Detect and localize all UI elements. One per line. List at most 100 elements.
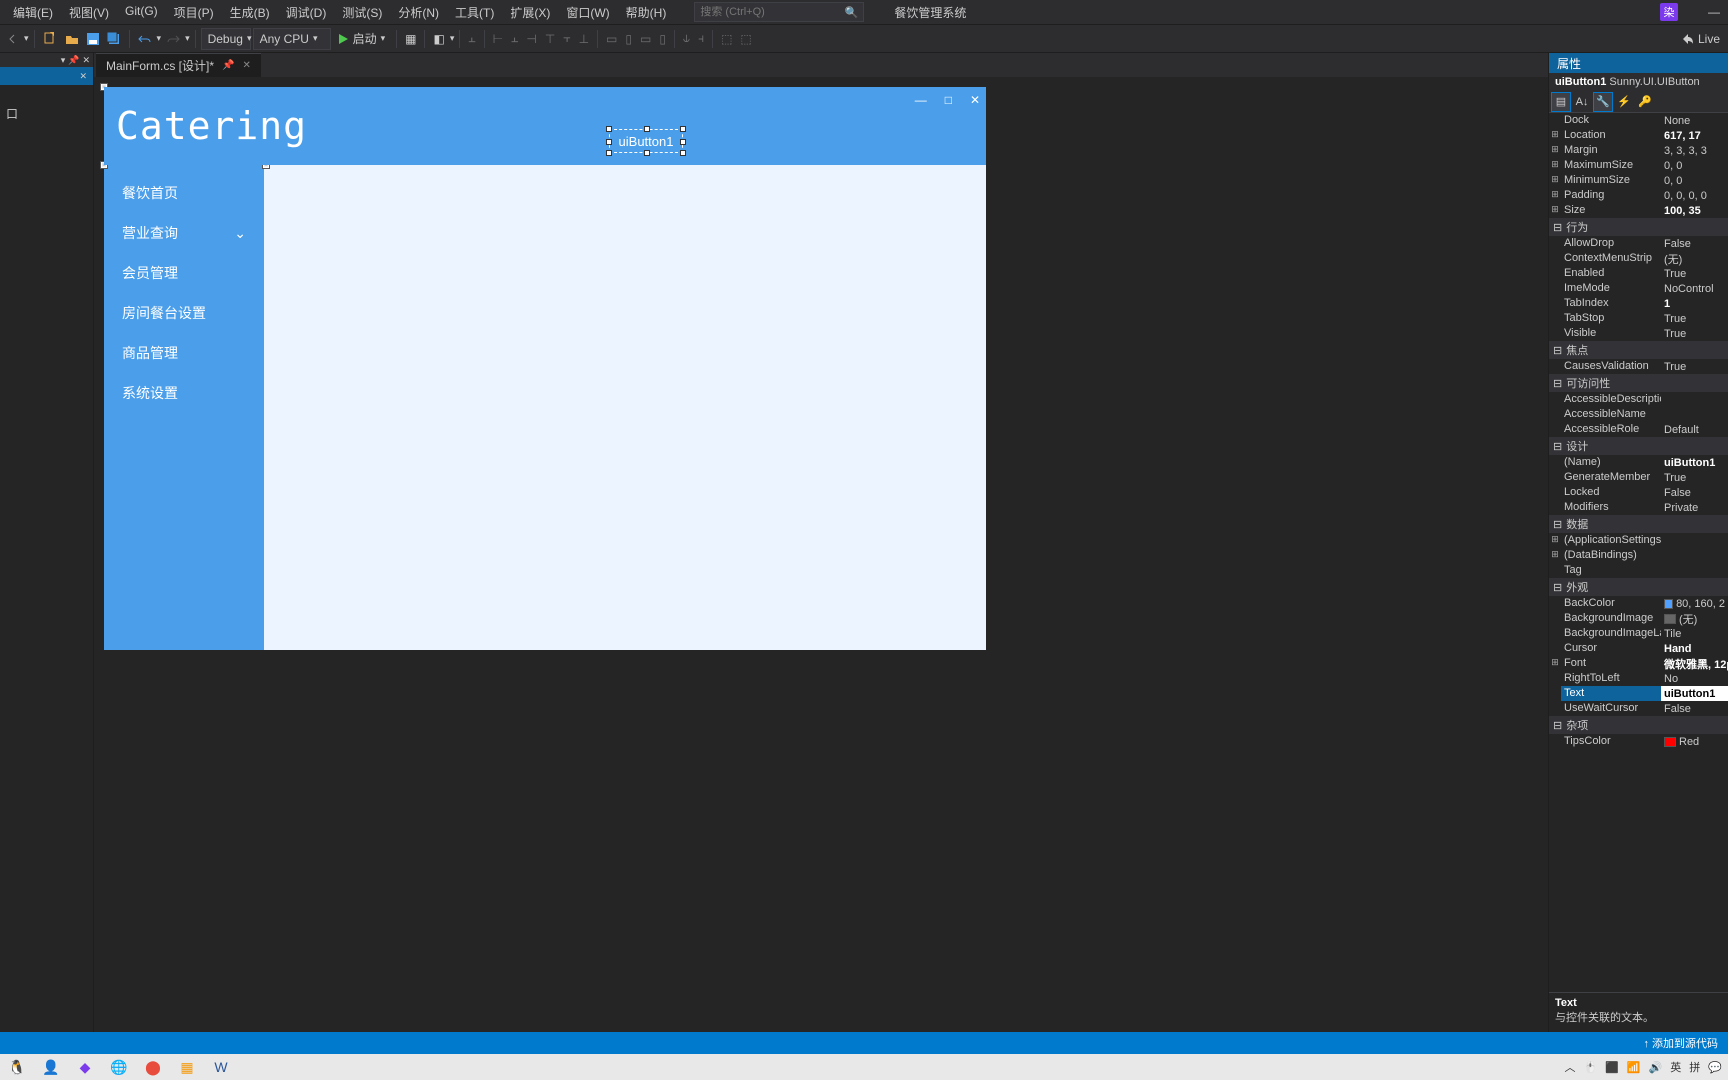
order-icon[interactable]: ⬚ <box>737 28 754 50</box>
property-row[interactable]: Tag <box>1549 563 1728 578</box>
tool-icon[interactable]: ▦ <box>402 28 419 50</box>
property-row[interactable]: EnabledTrue <box>1549 266 1728 281</box>
spacing-icon[interactable]: ⫝ <box>680 28 693 50</box>
ime-indicator[interactable]: 英 <box>1670 1059 1681 1075</box>
source-control-status[interactable]: ↑ 添加到源代码 <box>1643 1035 1718 1051</box>
dropdown-icon[interactable]: ▾ <box>185 33 190 44</box>
taskbar-app-icon[interactable]: 👤 <box>40 1056 62 1078</box>
undo-icon[interactable] <box>135 28 155 50</box>
spacing-icon[interactable]: ⫞ <box>695 28 707 50</box>
pin-icon[interactable]: 📌 <box>68 55 79 66</box>
tray-icon[interactable]: 🖱️ <box>1583 1061 1597 1074</box>
property-category[interactable]: ⊟设计 <box>1549 437 1728 455</box>
taskbar-app-icon[interactable]: 🐧 <box>6 1056 28 1078</box>
property-row[interactable]: ⊞(DataBindings) <box>1549 548 1728 563</box>
property-row[interactable]: GenerateMemberTrue <box>1549 470 1728 485</box>
align-top-icon[interactable]: ⊤ <box>542 28 558 50</box>
tool-icon[interactable]: ◧ <box>430 28 447 50</box>
spacing-icon[interactable]: ▭ <box>603 28 620 50</box>
property-row[interactable]: VisibleTrue <box>1549 326 1728 341</box>
property-row[interactable]: TabStopTrue <box>1549 311 1728 326</box>
dropdown-icon[interactable]: ▾ <box>61 55 66 66</box>
close-icon[interactable]: ✕ <box>82 55 90 66</box>
resize-handle[interactable] <box>680 150 686 156</box>
property-row[interactable]: ⊞Size100, 35 <box>1549 203 1728 218</box>
align-center-icon[interactable]: ⫠ <box>508 28 521 50</box>
property-row[interactable]: ContextMenuStrip(无) <box>1549 251 1728 266</box>
collapse-icon[interactable]: ⊟ <box>1553 518 1562 531</box>
order-icon[interactable]: ⬚ <box>718 28 735 50</box>
property-row[interactable]: TextuiButton1 <box>1549 686 1728 701</box>
property-row[interactable]: BackgroundImage(无) <box>1549 611 1728 626</box>
property-row[interactable]: DockNone <box>1549 113 1728 128</box>
property-category[interactable]: ⊟数据 <box>1549 515 1728 533</box>
start-button[interactable]: 启动▾ <box>333 30 392 47</box>
property-row[interactable]: CursorHand <box>1549 641 1728 656</box>
align-left-icon[interactable]: ⊢ <box>490 28 506 50</box>
close-icon[interactable]: ✕ <box>242 60 250 71</box>
spacing-icon[interactable]: ▯ <box>622 28 635 50</box>
menu-item[interactable]: 窗口(W) <box>558 1 617 24</box>
collapse-icon[interactable]: ⊟ <box>1553 719 1562 732</box>
nav-menu-item[interactable]: 餐饮首页 <box>104 173 264 213</box>
resize-handle[interactable] <box>644 126 650 132</box>
properties-grid[interactable]: DockNone⊞Location617, 17⊞Margin3, 3, 3, … <box>1549 113 1728 992</box>
dropdown-icon[interactable]: ▾ <box>157 33 162 44</box>
tray-icon[interactable]: 💬 <box>1708 1061 1722 1074</box>
toolbox-tab[interactable]: ✕ <box>0 67 93 85</box>
resize-handle[interactable] <box>606 139 612 145</box>
align-right-icon[interactable]: ⊣ <box>523 28 539 50</box>
property-row[interactable]: ⊞MaximumSize0, 0 <box>1549 158 1728 173</box>
taskbar-app-icon[interactable]: ⬤ <box>142 1056 164 1078</box>
nav-menu-item[interactable]: 会员管理 <box>104 253 264 293</box>
menu-item[interactable]: 生成(B) <box>222 1 278 24</box>
save-all-icon[interactable] <box>104 28 124 50</box>
minimize-icon[interactable]: — <box>915 93 927 107</box>
property-row[interactable]: ⊞Location617, 17 <box>1549 128 1728 143</box>
align-icon[interactable]: ⫠ <box>465 28 478 50</box>
property-row[interactable]: BackColor80, 160, 2 <box>1549 596 1728 611</box>
property-row[interactable]: AccessibleName <box>1549 407 1728 422</box>
close-icon[interactable]: ✕ <box>970 93 980 107</box>
align-bot-icon[interactable]: ⊥ <box>576 28 592 50</box>
properties-icon[interactable]: 🔧 <box>1593 92 1613 112</box>
nav-back-icon[interactable] <box>4 28 22 50</box>
property-category[interactable]: ⊟可访问性 <box>1549 374 1728 392</box>
property-row[interactable]: BackgroundImageLayoutTile <box>1549 626 1728 641</box>
menu-item[interactable]: 视图(V) <box>61 1 117 24</box>
maximize-icon[interactable]: □ <box>945 93 952 107</box>
property-row[interactable]: TipsColorRed <box>1549 734 1728 749</box>
property-row[interactable]: UseWaitCursorFalse <box>1549 701 1728 716</box>
resize-handle[interactable] <box>680 126 686 132</box>
nav-menu-item[interactable]: 营业查询⌄ <box>104 213 264 253</box>
property-row[interactable]: LockedFalse <box>1549 485 1728 500</box>
spacing-icon[interactable]: ▯ <box>656 28 669 50</box>
spacing-icon[interactable]: ▭ <box>637 28 654 50</box>
resize-handle[interactable] <box>606 126 612 132</box>
menu-item[interactable]: 帮助(H) <box>618 1 675 24</box>
collapse-icon[interactable]: ⊟ <box>1553 377 1562 390</box>
designer-surface[interactable]: ▣ ▣ ▣ Catering — □ ✕ uiButton1 <box>94 77 1548 1032</box>
open-icon[interactable] <box>62 28 82 50</box>
save-icon[interactable] <box>84 28 102 50</box>
align-mid-icon[interactable]: ⫟ <box>560 28 573 50</box>
ime-indicator[interactable]: 拼 <box>1689 1059 1700 1075</box>
tray-chevron-icon[interactable]: ︿ <box>1564 1059 1575 1075</box>
user-badge[interactable]: 染 <box>1660 3 1678 21</box>
collapse-icon[interactable]: ⊟ <box>1553 581 1562 594</box>
resize-handle[interactable] <box>644 150 650 156</box>
property-row[interactable]: (Name)uiButton1 <box>1549 455 1728 470</box>
pin-icon[interactable]: 📌 <box>222 60 234 71</box>
form-content-area[interactable] <box>264 165 986 650</box>
resize-handle[interactable] <box>606 150 612 156</box>
property-category[interactable]: ⊟外观 <box>1549 578 1728 596</box>
property-row[interactable]: ⊞MinimumSize0, 0 <box>1549 173 1728 188</box>
property-row[interactable]: ⊞(ApplicationSettings) <box>1549 533 1728 548</box>
menu-item[interactable]: 编辑(E) <box>5 1 61 24</box>
tray-volume-icon[interactable]: 🔊 <box>1649 1061 1663 1074</box>
menu-item[interactable]: 分析(N) <box>390 1 447 24</box>
property-row[interactable]: AccessibleDescription <box>1549 392 1728 407</box>
property-row[interactable]: ⊞Padding0, 0, 0, 0 <box>1549 188 1728 203</box>
minimize-icon[interactable]: — <box>1708 5 1720 19</box>
menu-item[interactable]: Git(G) <box>117 1 166 24</box>
